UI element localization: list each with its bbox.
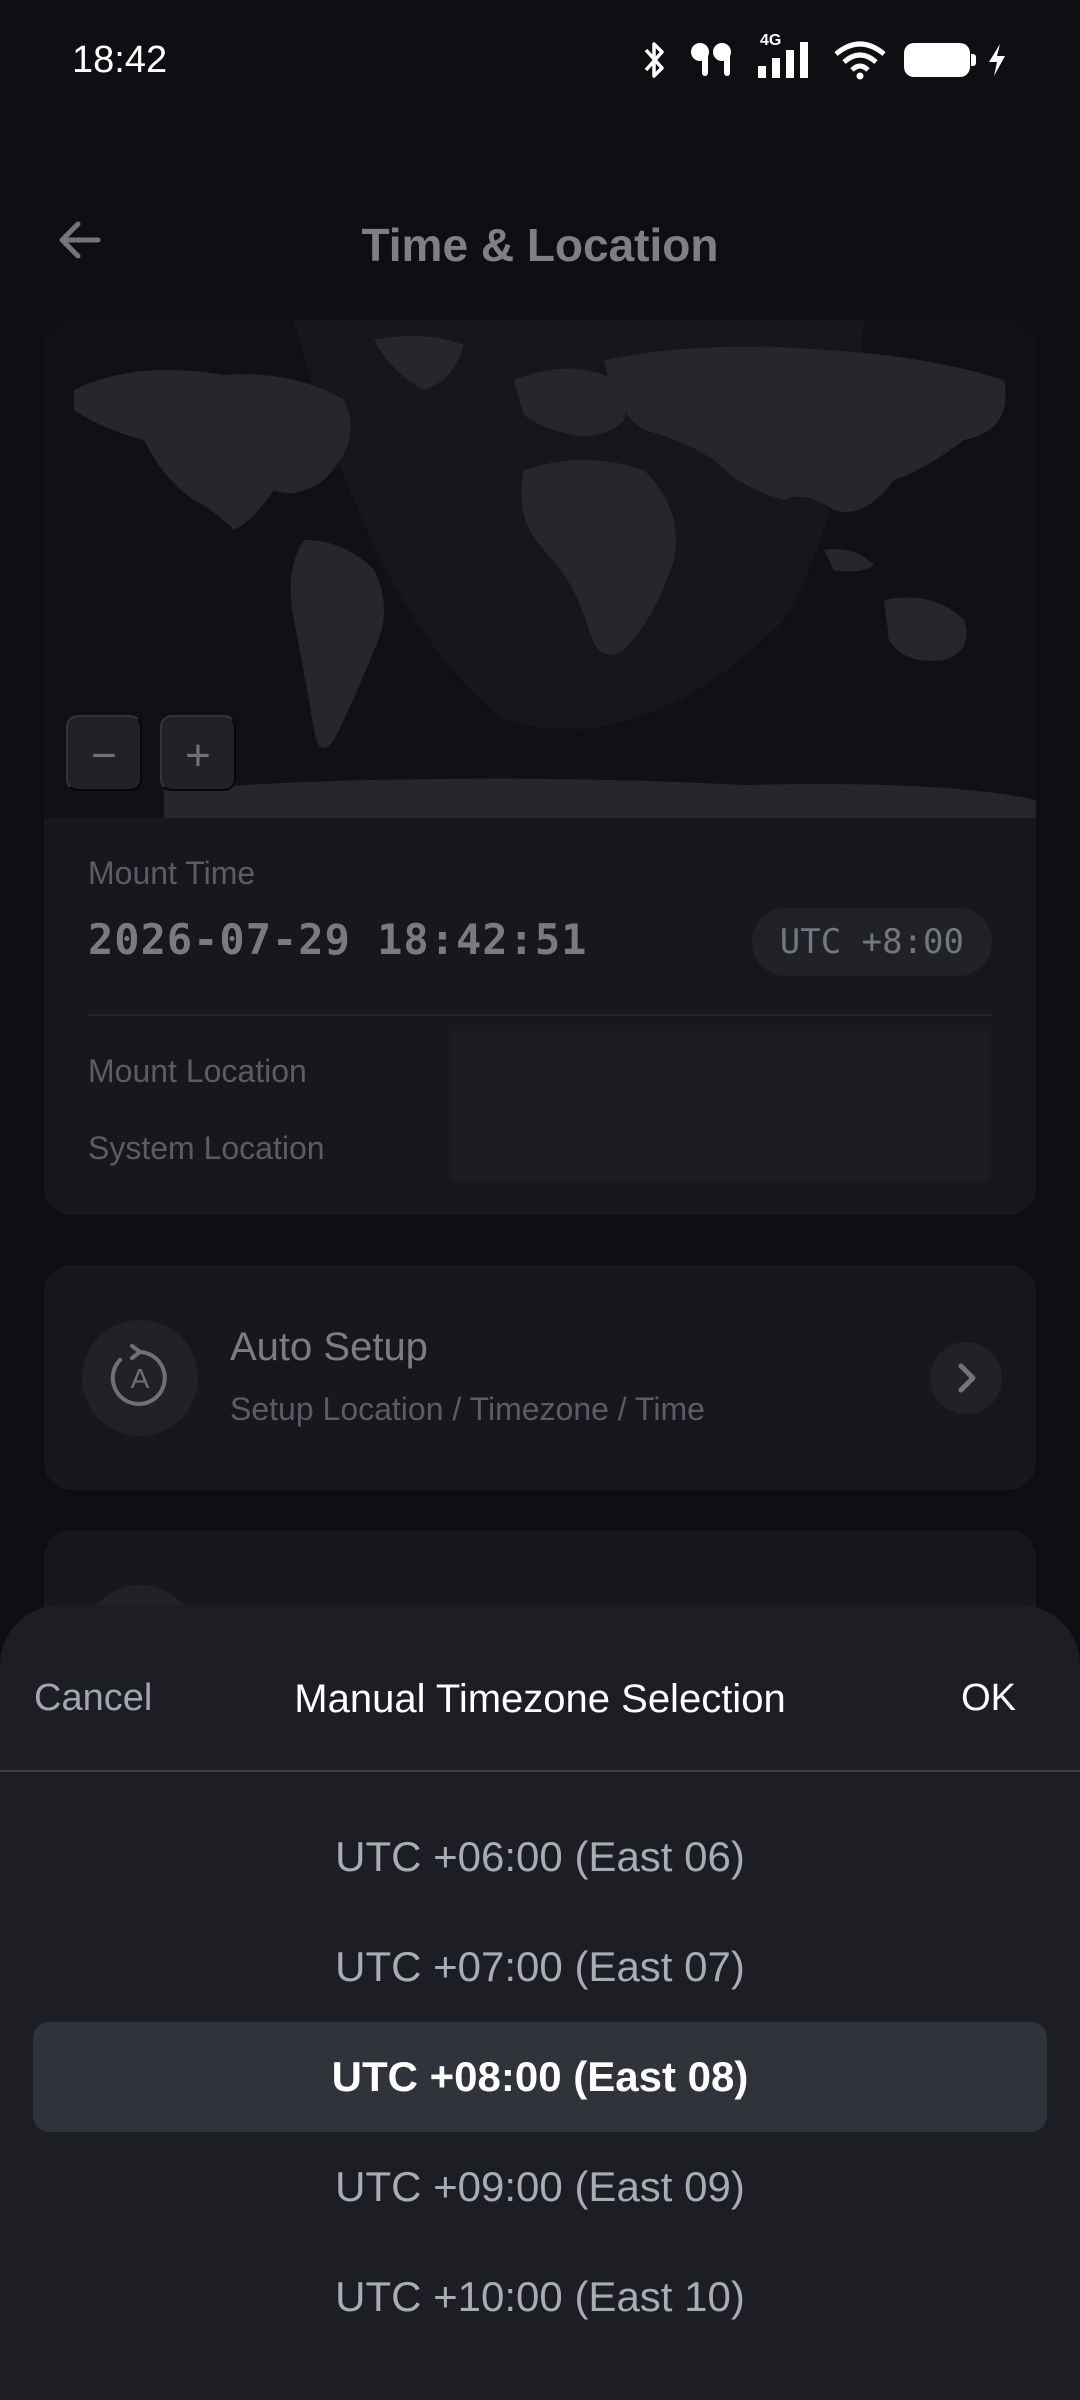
timezone-sheet: Cancel Manual Timezone Selection OK UTC … [0, 1605, 1080, 2400]
auto-setup-card[interactable]: A Auto Setup Setup Location / Timezone /… [44, 1265, 1036, 1490]
auto-setup-title: Auto Setup [230, 1325, 428, 1369]
zoom-out-button[interactable]: − [66, 715, 142, 791]
zoom-in-button[interactable]: + [160, 715, 236, 791]
sheet-title: Manual Timezone Selection [294, 1677, 786, 1721]
page-header: Time & Location [0, 190, 1080, 290]
time-location-card: − + Mount Time 2026-07-29 18:42:51 UTC +… [44, 320, 1036, 1215]
status-bar: 18:42 4G [0, 0, 1080, 120]
battery-icon [904, 43, 976, 77]
status-time: 18:42 [72, 38, 168, 81]
mount-location-label: Mount Location [88, 1053, 307, 1089]
ok-button[interactable]: OK [961, 1677, 1016, 1720]
timezone-option-selected[interactable]: UTC +08:00 (East 08) [33, 2022, 1047, 2132]
timezone-option[interactable]: UTC +06:00 (East 06) [0, 1802, 1080, 1912]
wifi-icon [832, 40, 888, 80]
mount-time-value: 2026-07-29 18:42:51 [88, 915, 588, 964]
chevron-right-icon[interactable] [930, 1342, 1002, 1414]
svg-text:A: A [131, 1363, 150, 1394]
charging-icon [986, 42, 1008, 78]
timezone-picker[interactable]: UTC +06:00 (East 06) UTC +07:00 (East 07… [0, 1802, 1080, 2352]
mount-time-label: Mount Time [88, 855, 256, 891]
earbuds-icon [688, 40, 738, 80]
sheet-divider [0, 1770, 1080, 1772]
divider [88, 1014, 992, 1016]
location-values-redacted [450, 1032, 990, 1182]
timezone-option[interactable]: UTC +09:00 (East 09) [0, 2132, 1080, 2242]
auto-setup-subtitle: Setup Location / Timezone / Time [230, 1391, 705, 1427]
network-type: 4G [760, 32, 782, 49]
page-title: Time & Location [361, 219, 719, 271]
bluetooth-icon [638, 40, 672, 80]
timezone-option[interactable]: UTC +10:00 (East 10) [0, 2242, 1080, 2352]
signal-icon: 4G [754, 32, 816, 80]
auto-setup-icon: A [82, 1320, 198, 1436]
status-icons: 4G [638, 32, 1008, 80]
world-map[interactable]: − + [44, 320, 1036, 818]
timezone-chip[interactable]: UTC +8:00 [751, 908, 992, 976]
system-location-label: System Location [88, 1130, 325, 1166]
timezone-option[interactable]: UTC +07:00 (East 07) [0, 1912, 1080, 2022]
